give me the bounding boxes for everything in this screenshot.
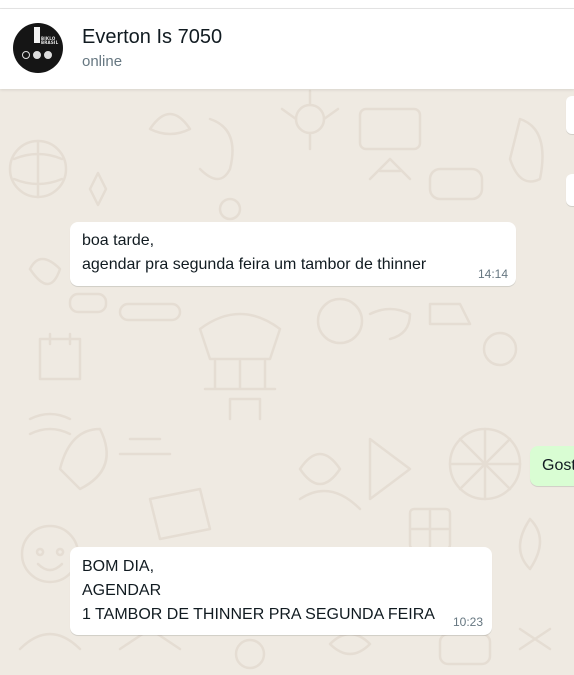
avatar-logo-icon xyxy=(34,27,40,43)
window-top-edge xyxy=(0,0,574,9)
message-text-line: AGENDAR xyxy=(82,582,162,599)
avatar-brand-text: BIKLO BRASIL xyxy=(41,36,59,45)
avatar-badge-icon xyxy=(44,51,52,59)
outgoing-message-bubble-partial[interactable] xyxy=(566,174,574,206)
avatar-badge-icon xyxy=(22,51,30,59)
message-text-line: 1 TAMBOR DE THINNER PRA SEGUNDA FEIRA xyxy=(82,606,435,623)
message-text-line: Gost xyxy=(542,457,574,474)
incoming-message-bubble[interactable]: BOM DIA, AGENDAR 1 TAMBOR DE THINNER PRA… xyxy=(70,547,492,635)
chat-area[interactable]: boa tarde, agendar pra segunda feira um … xyxy=(0,89,574,675)
outgoing-message-bubble-partial[interactable] xyxy=(566,96,574,134)
avatar-badges xyxy=(22,51,52,59)
outgoing-message-bubble[interactable]: Gost xyxy=(530,446,574,486)
message-text-line: boa tarde, xyxy=(82,232,155,249)
message-text-line: agendar pra segunda feira um tambor de t… xyxy=(82,256,427,273)
avatar-badge-icon xyxy=(33,51,41,59)
message-text-line: BOM DIA, xyxy=(82,558,155,575)
contact-avatar[interactable]: BIKLO BRASIL xyxy=(13,23,63,73)
incoming-message-bubble[interactable]: boa tarde, agendar pra segunda feira um … xyxy=(70,222,516,286)
message-timestamp: 10:23 xyxy=(452,615,483,629)
contact-status: online xyxy=(82,53,123,70)
message-timestamp: 14:14 xyxy=(477,267,508,281)
chat-header[interactable]: BIKLO BRASIL Everton Is 7050 online xyxy=(0,9,574,89)
contact-name[interactable]: Everton Is 7050 xyxy=(82,26,222,49)
